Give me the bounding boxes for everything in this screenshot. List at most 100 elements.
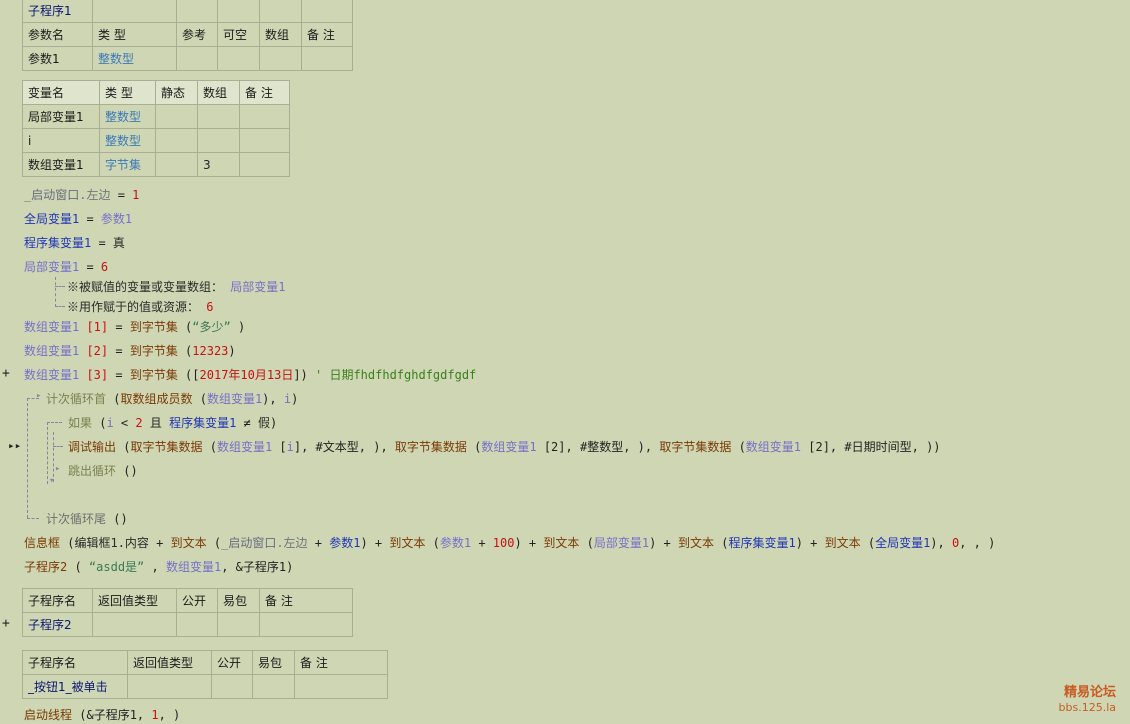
var-header-static: 静态 xyxy=(155,80,198,105)
var-name-cell[interactable]: 数组变量1 xyxy=(22,152,100,177)
if-guide xyxy=(47,422,62,423)
code-line-loop-head[interactable]: 计次循环首 (取数组成员数 (数组变量1), i) xyxy=(46,390,298,408)
var-static-cell[interactable] xyxy=(155,128,198,153)
operator: 且 xyxy=(142,416,170,430)
sub2-name[interactable]: 子程序2 xyxy=(22,612,93,637)
paren: ( xyxy=(106,392,121,406)
paren: , ) xyxy=(158,708,181,722)
func-call: 启动线程 xyxy=(24,708,73,722)
break-arrow-icon: ▸ xyxy=(55,464,61,474)
func-call: 到文本 xyxy=(824,536,861,550)
paren: (&子程序1, xyxy=(72,708,152,722)
operator: ) + xyxy=(795,536,825,550)
double-arrow-icon[interactable]: ▸▸ xyxy=(8,439,21,452)
code-line-debug[interactable]: 调试输出 (取字节集数据 (数组变量1 [i], #文本型, ), 取字节集数据… xyxy=(68,438,941,456)
code-line-array1[interactable]: 数组变量1 [1] = 到字节集 (“多少” ) xyxy=(24,318,245,336)
code-line-start-thread[interactable]: 启动线程 (&子程序1, 1, ) xyxy=(24,706,180,724)
hint-value: 局部变量1 xyxy=(230,280,286,294)
sub3-public-cell[interactable] xyxy=(211,674,253,699)
module-var: 程序集变量1 xyxy=(728,536,796,550)
local-var: 局部变量1 xyxy=(24,260,80,274)
paren: ( xyxy=(60,536,75,550)
sub2-return-cell[interactable] xyxy=(92,612,177,637)
code-line-break[interactable]: 跳出循环 () xyxy=(68,462,138,480)
comment: ' 日期fhdfhdfghdfgdfgdf xyxy=(307,368,477,382)
expand-plus-icon[interactable]: + xyxy=(2,366,10,381)
sub3-return-cell[interactable] xyxy=(127,674,212,699)
window-name: _启动窗口 xyxy=(221,536,277,550)
hint-guide xyxy=(55,306,65,307)
hint-assigned-var: ※被赋值的变量或变量数组： 局部变量1 xyxy=(67,278,285,296)
var-static-cell[interactable] xyxy=(155,152,198,177)
var-type-cell[interactable]: 字节集 xyxy=(99,152,156,177)
paren: ( xyxy=(202,440,217,454)
bool-literal: 真 xyxy=(112,236,125,250)
sub2-public-cell[interactable] xyxy=(176,612,218,637)
func-call: 到文本 xyxy=(389,536,426,550)
const: #文本型 xyxy=(315,440,359,454)
paren: ( xyxy=(177,344,193,358)
array-var: 数组变量1 xyxy=(206,392,263,406)
sub3-note-cell[interactable] xyxy=(294,674,388,699)
code-line-assign-left[interactable]: _启动窗口.左边 = 1 xyxy=(24,186,139,204)
module-var: 程序集变量1 xyxy=(169,416,237,430)
var-name-cell[interactable]: 局部变量1 xyxy=(22,104,100,129)
param-ref-cell[interactable] xyxy=(176,46,218,71)
func-call: 到文本 xyxy=(677,536,714,550)
paren: ) xyxy=(230,320,246,334)
var-note-cell[interactable] xyxy=(239,152,290,177)
sub1-name[interactable]: 子程序1 xyxy=(22,0,93,23)
loop-guide xyxy=(27,518,39,519)
sub-header-name: 子程序名 xyxy=(22,588,93,613)
var-type-cell[interactable]: 整数型 xyxy=(99,104,156,129)
paren: ( xyxy=(67,560,89,574)
bool-literal: 假 xyxy=(258,416,271,430)
operator: + xyxy=(148,536,171,550)
paren: , xyxy=(144,560,166,574)
sub2-note-cell[interactable] xyxy=(259,612,353,637)
operator: + xyxy=(307,536,330,550)
code-line-array2[interactable]: 数组变量1 [2] = 到字节集 (12323) xyxy=(24,342,236,360)
number-literal: 100 xyxy=(492,536,515,550)
func-call: 取字节集数据 xyxy=(394,440,467,454)
param-note-cell[interactable] xyxy=(301,46,353,71)
sub2-package-cell[interactable] xyxy=(217,612,260,637)
var-array-cell[interactable]: 3 xyxy=(197,152,240,177)
hint-value: 6 xyxy=(206,300,214,314)
paren: ( xyxy=(92,416,107,430)
sub3-name[interactable]: _按钮1_被单击 xyxy=(22,674,128,699)
expand-plus-icon[interactable]: + xyxy=(2,616,10,631)
code-line-msgbox[interactable]: 信息框 (编辑框1.内容 + 到文本 (_启动窗口.左边 + 参数1) + 到文… xyxy=(24,534,995,552)
local-var: 局部变量1 xyxy=(593,536,650,550)
hint-guide xyxy=(55,286,65,287)
paren: ( xyxy=(425,536,440,550)
param-name-cell[interactable]: 参数1 xyxy=(22,46,93,71)
loop-end-keyword: 计次循环尾 xyxy=(46,512,107,526)
code-line-assign-local[interactable]: 局部变量1 = 6 xyxy=(24,258,108,276)
loop-var: i xyxy=(286,440,294,454)
var-static-cell[interactable] xyxy=(155,104,198,129)
var-type-cell[interactable]: 整数型 xyxy=(99,128,156,153)
var-name-cell[interactable]: i xyxy=(22,128,100,153)
var-array-cell[interactable] xyxy=(197,128,240,153)
array-var: 数组变量1 xyxy=(24,344,80,358)
code-line-if[interactable]: 如果 (i < 2 且 程序集变量1 ≠ 假) xyxy=(68,414,277,432)
code-line-assign-global[interactable]: 全局变量1 = 参数1 xyxy=(24,210,132,228)
param-ref: 参数1 xyxy=(439,536,472,550)
loop-guide xyxy=(27,398,28,518)
code-line-call-sub2[interactable]: 子程序2 ( “asdd是” , 数组变量1, &子程序1) xyxy=(24,558,293,576)
param-array-cell[interactable] xyxy=(259,46,302,71)
operator: ) + xyxy=(514,536,544,550)
global-var: 全局变量1 xyxy=(24,212,80,226)
code-line-array3[interactable]: 数组变量1 [3] = 到字节集 ([2017年10月13日]) ' 日期fhd… xyxy=(24,366,476,384)
param-type-cell[interactable]: 整数型 xyxy=(92,46,177,71)
var-note-cell[interactable] xyxy=(239,128,290,153)
code-line-assign-module[interactable]: 程序集变量1 = 真 xyxy=(24,234,125,252)
var-note-cell[interactable] xyxy=(239,104,290,129)
param-nullable-cell[interactable] xyxy=(217,46,260,71)
code-line-loop-tail[interactable]: 计次循环尾 () xyxy=(46,510,128,528)
var-array-cell[interactable] xyxy=(197,104,240,129)
operator: ) + xyxy=(649,536,678,550)
sub3-package-cell[interactable] xyxy=(252,674,295,699)
sub-header-name: 子程序名 xyxy=(22,650,128,675)
